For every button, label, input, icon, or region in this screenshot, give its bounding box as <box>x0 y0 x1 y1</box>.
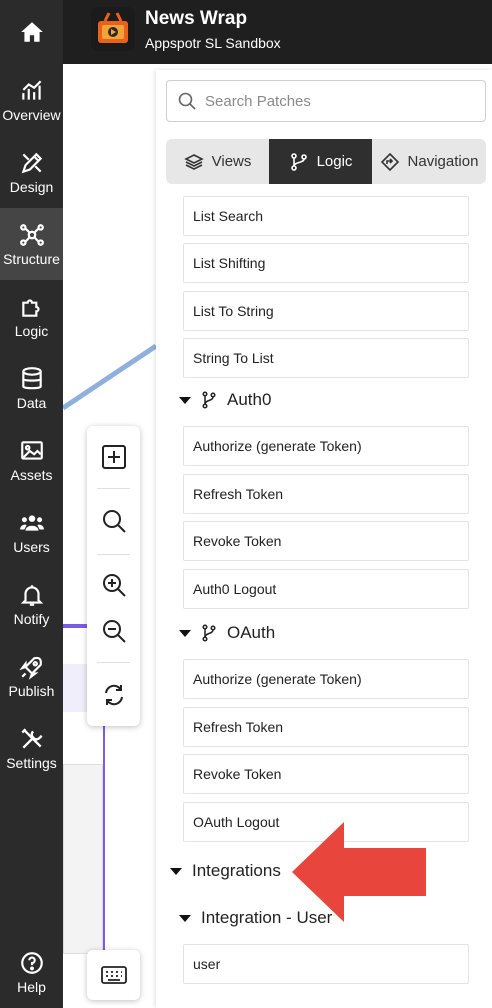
app-logo <box>91 7 135 51</box>
patch-item[interactable]: Authorize (generate Token) <box>183 426 469 466</box>
patch-item[interactable]: user <box>183 944 469 984</box>
branch-icon <box>202 391 216 409</box>
users-icon <box>19 514 44 531</box>
database-icon <box>21 366 42 389</box>
annotation-arrow-icon <box>292 822 426 922</box>
zoom-in-icon <box>102 574 126 597</box>
canvas-node[interactable] <box>63 764 103 954</box>
patch-item[interactable]: Refresh Token <box>183 474 469 514</box>
help-icon <box>20 951 43 974</box>
layers-icon <box>183 153 204 170</box>
nav-item-notify[interactable]: Notify <box>0 568 63 640</box>
structure-icon <box>19 223 44 246</box>
nav-item-logic[interactable]: Logic <box>0 280 63 352</box>
search-bar[interactable] <box>166 80 486 122</box>
group-integrations[interactable]: Integrations <box>170 856 281 886</box>
patch-item[interactable]: Revoke Token <box>183 754 469 794</box>
tab-label: Views <box>211 153 252 170</box>
branch-icon <box>202 624 216 642</box>
nav-label: Assets <box>10 466 53 483</box>
image-icon <box>20 440 43 460</box>
navigation-icon <box>380 152 399 171</box>
nav-label: Design <box>9 178 54 195</box>
tab-label: Logic <box>316 153 353 170</box>
nav-label: Help <box>17 978 46 995</box>
left-nav: Overview Design Structure Logic Data Ass… <box>0 0 63 1008</box>
search-icon <box>178 92 196 110</box>
nav-item-design[interactable]: Design <box>0 136 63 208</box>
nav-item-overview[interactable]: Overview <box>0 64 63 136</box>
nav-label: Overview <box>2 106 61 123</box>
caret-down-icon <box>179 396 191 404</box>
nav-label: Settings <box>6 754 57 771</box>
group-title: OAuth <box>227 623 276 642</box>
zoom-out-icon <box>102 620 126 643</box>
home-icon <box>20 22 43 42</box>
nav-label: Publish <box>8 682 55 699</box>
chart-icon <box>21 79 41 100</box>
keyboard-icon <box>100 966 127 984</box>
search-icon <box>102 510 126 533</box>
nav-label: Users <box>13 538 50 555</box>
nav-item-assets[interactable]: Assets <box>0 424 63 496</box>
add-icon <box>101 445 126 469</box>
puzzle-icon <box>21 298 40 317</box>
caret-down-icon <box>170 867 182 875</box>
group-oauth[interactable]: OAuth <box>179 618 275 648</box>
search-canvas-button[interactable] <box>87 496 140 546</box>
rocket-icon <box>18 656 42 680</box>
patch-item[interactable]: Authorize (generate Token) <box>183 659 469 699</box>
patch-item[interactable]: String To List <box>183 338 469 378</box>
search-patches-input[interactable] <box>205 92 475 110</box>
caret-down-icon <box>179 629 191 637</box>
nav-item-data[interactable]: Data <box>0 352 63 424</box>
patch-item[interactable]: List Shifting <box>183 243 469 283</box>
refresh-icon <box>104 684 123 706</box>
reset-view-button[interactable] <box>87 670 140 720</box>
tab-views[interactable]: Views <box>166 139 269 184</box>
patch-item[interactable]: List Search <box>183 196 469 236</box>
caret-down-icon <box>179 914 191 922</box>
tools-icon <box>20 727 43 749</box>
patch-item[interactable]: List To String <box>183 291 469 331</box>
bell-icon <box>20 584 43 606</box>
tab-label: Navigation <box>407 153 479 170</box>
patch-item[interactable]: Auth0 Logout <box>183 569 469 609</box>
design-icon <box>21 152 42 173</box>
nav-item-publish[interactable]: Publish <box>0 640 63 712</box>
patch-item[interactable]: Revoke Token <box>183 521 469 561</box>
nav-label: Data <box>16 394 47 411</box>
nav-item-users[interactable]: Users <box>0 496 63 568</box>
group-title: Integrations <box>192 861 281 880</box>
nav-label: Notify <box>13 610 50 627</box>
nav-item-structure[interactable]: Structure <box>0 208 63 280</box>
nav-item-settings[interactable]: Settings <box>0 712 63 784</box>
keyboard-shortcuts-button[interactable] <box>87 950 140 1000</box>
group-auth0[interactable]: Auth0 <box>179 385 271 415</box>
zoom-in-button[interactable] <box>87 560 140 610</box>
app-title: News Wrap <box>145 8 248 29</box>
canvas-toolbar <box>87 426 140 726</box>
patch-tabs: Views Logic Navigation <box>166 139 486 184</box>
home-button[interactable] <box>0 0 63 64</box>
nav-label: Structure <box>3 250 60 267</box>
branch-icon <box>290 152 307 171</box>
patch-item[interactable]: Refresh Token <box>183 707 469 747</box>
tab-logic[interactable]: Logic <box>269 139 372 184</box>
tab-navigation[interactable]: Navigation <box>372 139 486 184</box>
nav-item-help[interactable]: Help <box>0 940 63 1004</box>
nav-label: Logic <box>14 322 49 339</box>
app-header: News Wrap Appspotr SL Sandbox <box>63 0 492 64</box>
zoom-out-button[interactable] <box>87 606 140 656</box>
group-title: Auth0 <box>227 390 272 409</box>
app-subtitle: Appspotr SL Sandbox <box>145 35 281 51</box>
add-node-button[interactable] <box>87 432 140 482</box>
